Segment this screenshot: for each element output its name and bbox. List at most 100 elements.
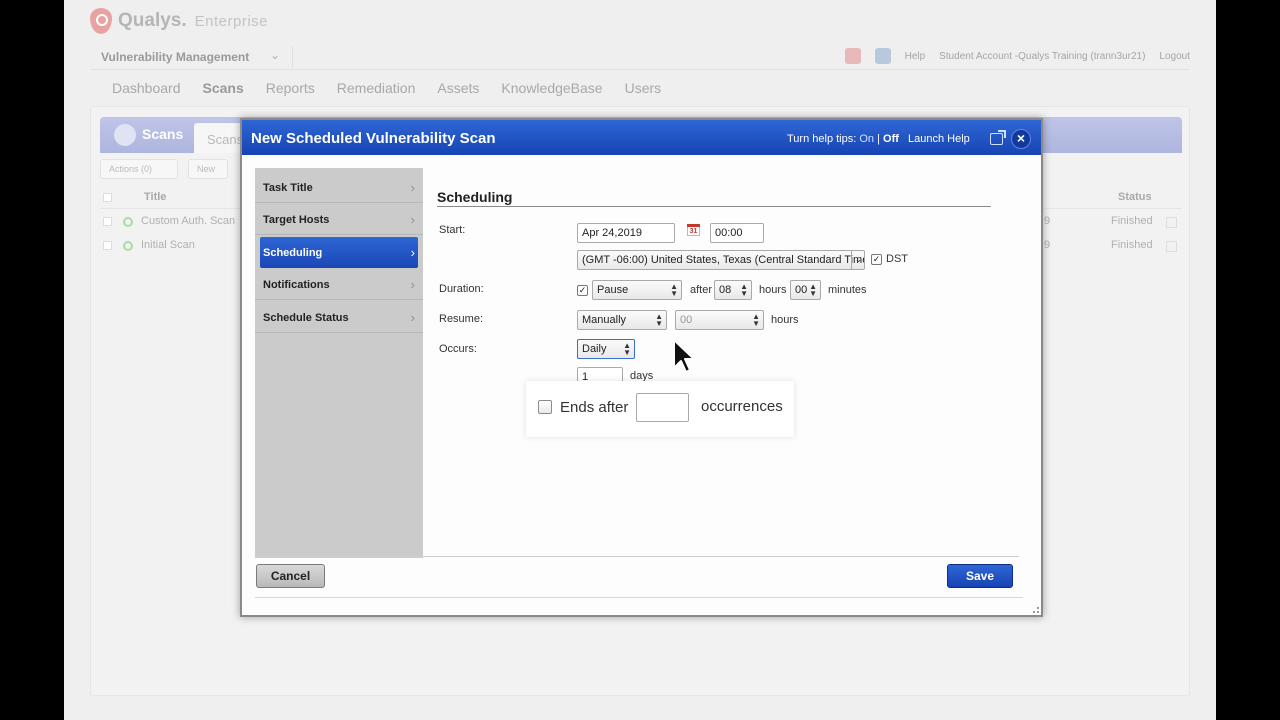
help-tips-off[interactable]: Off (883, 133, 899, 145)
row-status: Finished (1111, 239, 1153, 251)
wizard-steps: Task Title › Target Hosts › Scheduling ›… (255, 168, 423, 558)
chevron-down-icon[interactable]: ⌄ (851, 250, 865, 270)
ends-after-label: Ends after (560, 399, 629, 416)
duration-minutes-value: 00 (795, 284, 808, 296)
occurs-label: Occurs: (439, 343, 477, 355)
chevron-right-icon: › (410, 180, 415, 195)
resize-grip-icon[interactable] (1033, 607, 1039, 613)
logout-link[interactable]: Logout (1159, 51, 1190, 62)
column-title[interactable]: Title (144, 191, 166, 203)
start-date-input[interactable]: Apr 24,2019 (577, 223, 675, 243)
dst-checkbox[interactable]: ✓ (871, 254, 882, 265)
module-selector[interactable]: Vulnerability Management (101, 50, 249, 64)
launch-help-link[interactable]: Launch Help (908, 133, 970, 145)
top-right-links: Help Student Account -Qualys Training (t… (844, 48, 1190, 64)
scans-radar-icon (114, 124, 136, 146)
timezone-select[interactable]: (GMT -06:00) United States, Texas (Centr… (577, 250, 865, 270)
ends-after-checkbox[interactable] (538, 400, 552, 414)
resume-hours-select[interactable]: 00 ▲ ▼ (675, 310, 764, 330)
start-label: Start: (439, 224, 466, 236)
nav-assets[interactable]: Assets (437, 80, 479, 96)
help-tips-separator: | (877, 133, 880, 145)
status-dot-icon (123, 217, 133, 227)
help-menu[interactable]: Help (905, 51, 926, 62)
updown-arrows-icon: ▲ ▼ (655, 312, 663, 328)
qualys-shield-icon (90, 8, 112, 34)
updown-arrows-icon: ▲ ▼ (740, 282, 748, 298)
chevron-right-icon: › (410, 310, 415, 325)
nav-reports[interactable]: Reports (266, 80, 315, 96)
row-date-fragment: 9 (1044, 239, 1051, 251)
nav-scans[interactable]: Scans (203, 80, 244, 96)
save-button[interactable]: Save (947, 564, 1013, 588)
row-status: Finished (1111, 215, 1153, 227)
select-all-checkbox[interactable] (103, 193, 112, 202)
popout-icon[interactable] (990, 130, 1006, 145)
brand-edition: Enterprise (194, 12, 269, 30)
occurs-frequency-value: Daily (582, 343, 607, 355)
notification-icon[interactable] (844, 48, 861, 64)
step-notifications[interactable]: Notifications › (255, 269, 423, 300)
nav-dashboard[interactable]: Dashboard (112, 80, 181, 96)
step-label: Notifications (263, 279, 330, 291)
row-checkbox[interactable] (103, 241, 112, 250)
calendar-icon[interactable]: 31 (687, 224, 700, 236)
main-nav: Dashboard Scans Reports Remediation Asse… (112, 80, 661, 96)
row-title[interactable]: Initial Scan (141, 239, 195, 251)
account-menu[interactable]: Student Account -Qualys Training (trann3… (939, 51, 1145, 62)
row-menu-icon[interactable] (1166, 217, 1177, 228)
app-header: Qualys. Enterprise (64, 0, 1216, 44)
nav-remediation[interactable]: Remediation (337, 80, 416, 96)
duration-label: Duration: (439, 283, 484, 295)
updown-arrows-icon: ▲ ▼ (623, 341, 631, 357)
resume-mode-select[interactable]: Manually ▲ ▼ (577, 310, 667, 330)
dialog-title: New Scheduled Vulnerability Scan (251, 130, 496, 147)
close-icon[interactable]: × (1011, 129, 1031, 149)
resume-mode-value: Manually (582, 314, 627, 326)
chevron-right-icon: › (410, 277, 415, 292)
new-button[interactable]: New (188, 159, 228, 179)
after-label: after (690, 284, 713, 296)
nav-users[interactable]: Users (625, 80, 662, 96)
occurrences-input[interactable] (636, 393, 689, 422)
column-status[interactable]: Status (1118, 191, 1152, 203)
window-icon[interactable] (874, 48, 891, 64)
step-schedule-status[interactable]: Schedule Status › (255, 302, 423, 333)
help-tips-on[interactable]: On (859, 133, 874, 145)
scheduling-form: Scheduling Start: Apr 24,2019 31 00:00 (… (425, 168, 1021, 558)
row-menu-icon[interactable] (1166, 241, 1177, 252)
footer-divider (255, 556, 1019, 557)
chevron-down-icon[interactable]: ⌄ (270, 48, 280, 62)
start-time-input[interactable]: 00:00 (710, 223, 764, 243)
bottom-divider (255, 597, 1023, 598)
step-label: Target Hosts (263, 214, 330, 226)
row-title[interactable]: Custom Auth. Scan (141, 215, 235, 227)
occurs-frequency-select[interactable]: Daily ▲ ▼ (577, 339, 635, 359)
nav-knowledgebase[interactable]: KnowledgeBase (501, 80, 602, 96)
duration-minutes-select[interactable]: 00 ▲ ▼ (790, 280, 821, 300)
qualys-logo: Qualys. Enterprise (90, 8, 268, 34)
help-tips-toggle: Turn help tips: On | Off (787, 133, 899, 145)
step-target-hosts[interactable]: Target Hosts › (255, 204, 423, 235)
row-checkbox[interactable] (103, 217, 112, 226)
step-label: Task Title (263, 182, 313, 194)
brand-name: Qualys. (118, 10, 187, 31)
ends-after-callout: Ends after occurrences (526, 381, 794, 437)
new-scheduled-scan-dialog: New Scheduled Vulnerability Scan Turn he… (240, 118, 1043, 617)
cancel-button[interactable]: Cancel (256, 564, 325, 588)
mouse-pointer-icon (673, 339, 694, 373)
timezone-value: (GMT -06:00) United States, Texas (Centr… (582, 254, 865, 266)
resume-label: Resume: (439, 313, 484, 325)
module-divider (292, 46, 293, 68)
chevron-right-icon: › (410, 245, 415, 260)
minutes-label: minutes (828, 284, 867, 296)
duration-checkbox[interactable]: ✓ (577, 285, 588, 296)
actions-button[interactable]: Actions (0) (100, 159, 178, 179)
duration-hours-value: 08 (719, 284, 732, 296)
updown-arrows-icon: ▲ ▼ (670, 282, 678, 298)
duration-hours-select[interactable]: 08 ▲ ▼ (714, 280, 752, 300)
step-task-title[interactable]: Task Title › (255, 172, 423, 203)
resume-hours-label: hours (771, 314, 799, 326)
duration-action-select[interactable]: Pause ▲ ▼ (592, 280, 682, 300)
step-scheduling[interactable]: Scheduling › (260, 237, 418, 268)
